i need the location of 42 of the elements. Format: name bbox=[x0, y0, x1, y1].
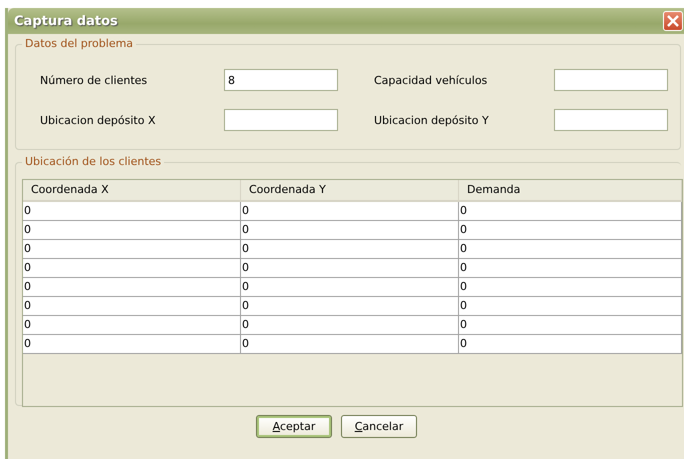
table-cell[interactable]: 0 bbox=[23, 297, 241, 316]
table-cell[interactable]: 0 bbox=[23, 259, 241, 278]
table-cell[interactable]: 0 bbox=[23, 240, 241, 259]
table-cell[interactable]: 0 bbox=[459, 202, 682, 221]
input-field[interactable] bbox=[554, 109, 668, 131]
table-cell[interactable]: 0 bbox=[459, 335, 682, 354]
table-cell[interactable]: 0 bbox=[241, 335, 459, 354]
table-cell[interactable]: 0 bbox=[241, 316, 459, 335]
window-title: Captura datos bbox=[14, 14, 119, 28]
table-cell[interactable]: 0 bbox=[459, 240, 682, 259]
field-label: Ubicacion depósito X bbox=[40, 114, 157, 126]
table-cell[interactable]: 0 bbox=[241, 221, 459, 240]
field-label: Ubicacion depósito Y bbox=[374, 114, 490, 126]
table-cell[interactable]: 0 bbox=[459, 221, 682, 240]
column-header[interactable]: Demanda bbox=[459, 180, 682, 202]
table-cell[interactable]: 0 bbox=[23, 278, 241, 297]
table-cell[interactable]: 0 bbox=[459, 278, 682, 297]
table-cell[interactable]: 0 bbox=[23, 202, 241, 221]
accept-button[interactable]: Aceptar bbox=[256, 415, 332, 438]
cancel-button[interactable]: Cancelar bbox=[341, 415, 417, 438]
table-cell[interactable]: 0 bbox=[241, 278, 459, 297]
table-cell[interactable]: 0 bbox=[459, 259, 682, 278]
table-cell[interactable]: 0 bbox=[241, 297, 459, 316]
table-cell[interactable]: 0 bbox=[241, 259, 459, 278]
close-icon bbox=[667, 15, 679, 27]
input-field[interactable] bbox=[224, 109, 338, 131]
table-cell[interactable]: 0 bbox=[241, 240, 459, 259]
field-label: Número de clientes bbox=[40, 74, 148, 86]
group-title: Datos del problema bbox=[22, 37, 136, 50]
table-cell[interactable]: 0 bbox=[459, 297, 682, 316]
field-label: Capacidad vehículos bbox=[374, 74, 488, 86]
input-field[interactable] bbox=[554, 69, 668, 91]
input-field[interactable]: 8 bbox=[224, 69, 338, 91]
table-cell[interactable]: 0 bbox=[23, 221, 241, 240]
table-cell[interactable]: 0 bbox=[23, 335, 241, 354]
group-title: Ubicación de los clientes bbox=[22, 155, 164, 168]
column-header[interactable]: Coordenada Y bbox=[241, 180, 459, 202]
table-cell[interactable]: 0 bbox=[241, 202, 459, 221]
table-cell[interactable]: 0 bbox=[459, 316, 682, 335]
column-header[interactable]: Coordenada X bbox=[23, 180, 241, 202]
table-cell[interactable]: 0 bbox=[23, 316, 241, 335]
close-button[interactable] bbox=[663, 11, 683, 31]
